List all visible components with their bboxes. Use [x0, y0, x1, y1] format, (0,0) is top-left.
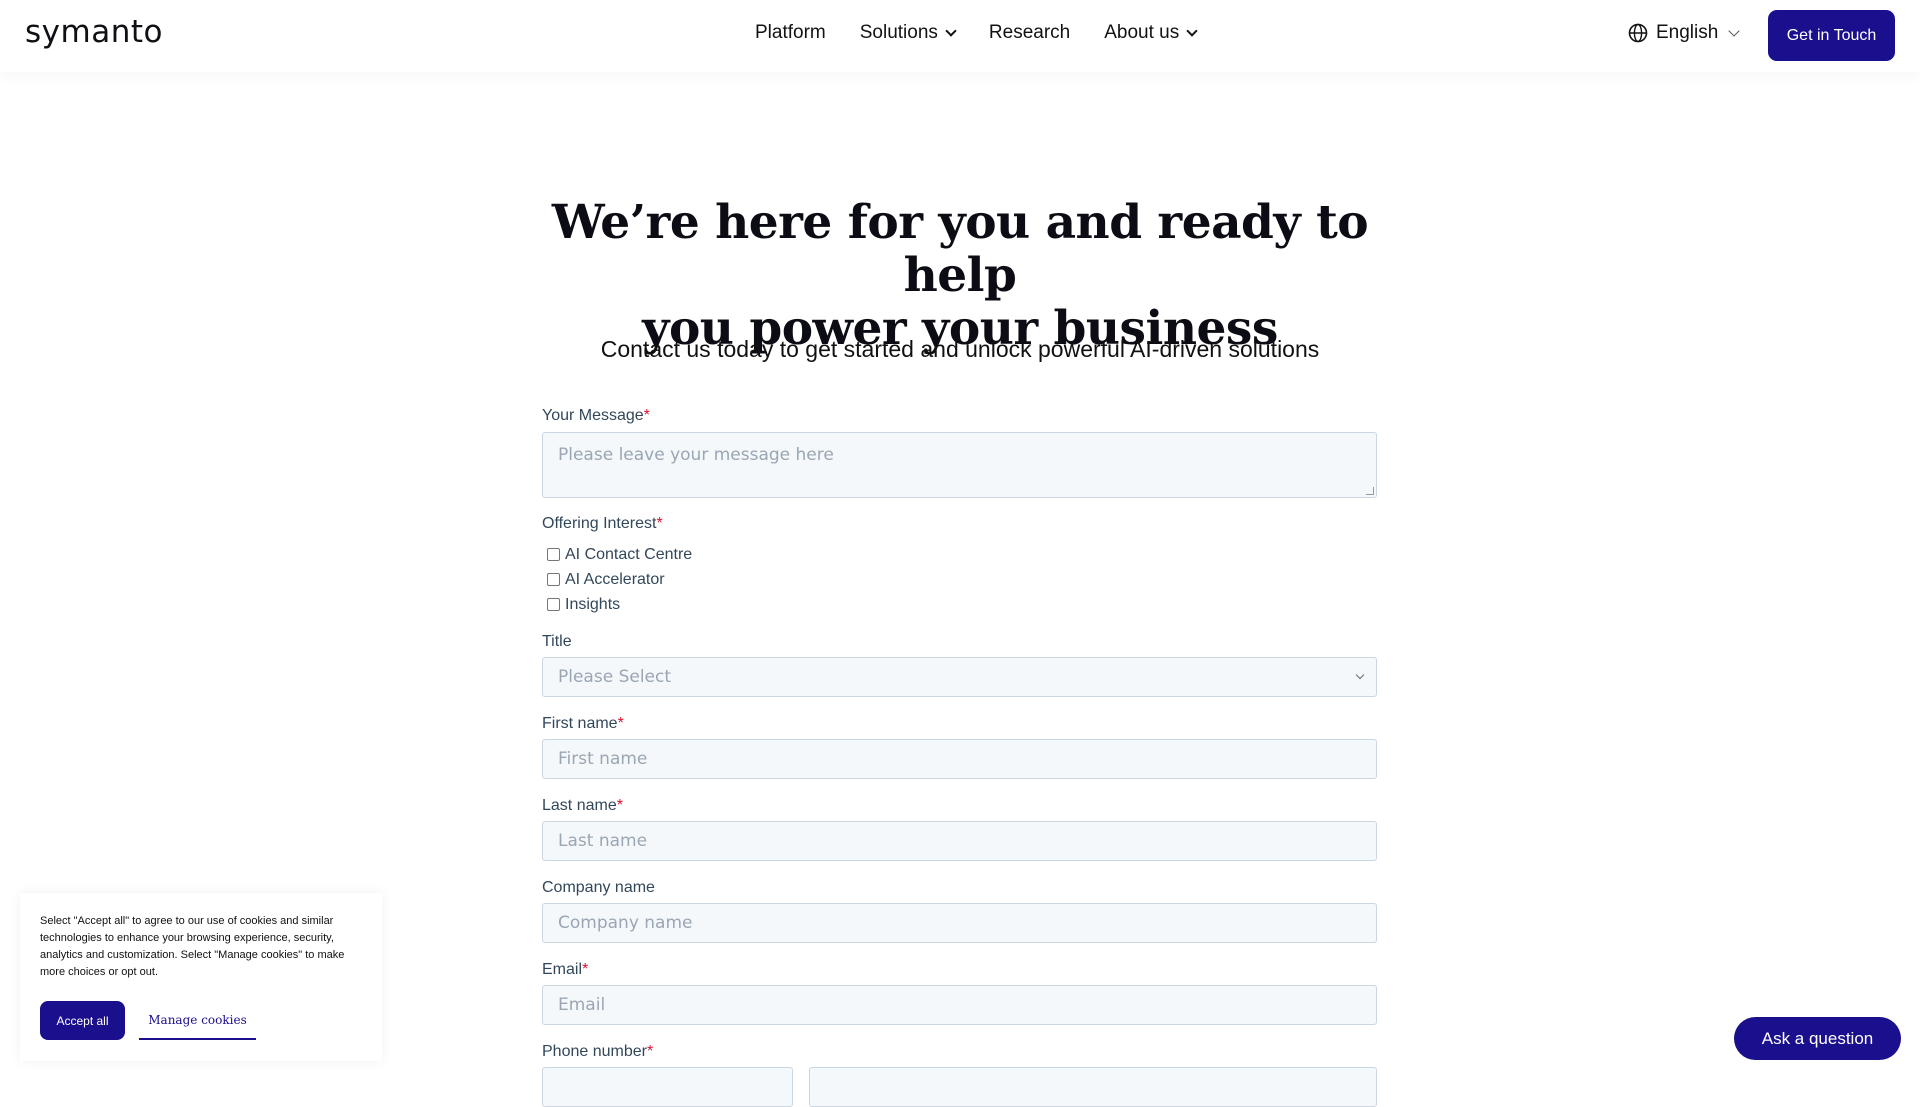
site-header: symanto Platform Solutions Research Abou…: [0, 0, 1920, 72]
manage-cookies-link[interactable]: Manage cookies: [139, 1001, 256, 1040]
phone-country-select[interactable]: [542, 1067, 793, 1107]
checkbox-ai-contact-centre[interactable]: AI Contact Centre: [547, 546, 692, 564]
nav-about-label: About us: [1104, 22, 1180, 43]
email-input[interactable]: Email: [542, 985, 1377, 1025]
page-subtitle: Contact us today to get started and unlo…: [600, 336, 1320, 362]
get-in-touch-button[interactable]: Get in Touch: [1768, 10, 1895, 61]
phone-label-text: Phone number: [542, 1043, 647, 1060]
company-input[interactable]: Company name: [542, 903, 1377, 943]
phone-input[interactable]: [809, 1067, 1377, 1107]
message-label-text: Your Message: [542, 407, 644, 424]
first-name-label-text: First name: [542, 715, 618, 732]
checkbox-insights[interactable]: Insights: [547, 596, 620, 614]
first-name-placeholder: First name: [558, 749, 648, 769]
company-placeholder: Company name: [558, 913, 693, 933]
checkbox[interactable]: [547, 547, 560, 561]
checkbox[interactable]: [547, 597, 560, 611]
ask-question-button[interactable]: Ask a question: [1734, 1017, 1901, 1060]
title-select[interactable]: Please Select: [542, 657, 1377, 697]
checkbox-label: AI Accelerator: [565, 571, 665, 588]
required-mark: *: [617, 715, 624, 732]
required-mark: *: [643, 407, 650, 424]
required-mark: *: [646, 1043, 654, 1060]
checkbox-label: Insights: [565, 596, 621, 613]
last-name-placeholder: Last name: [558, 831, 648, 851]
last-name-label-text: Last name: [542, 797, 617, 814]
nav-research-label: Research: [988, 22, 1071, 43]
cookie-banner: Select "Accept all" to agree to our use …: [20, 893, 382, 1061]
chevron-down-icon: [1186, 24, 1198, 37]
message-label: Your Message*: [542, 407, 650, 425]
logo[interactable]: symanto: [25, 14, 163, 50]
language-label: English: [1656, 22, 1719, 43]
resize-handle[interactable]: [1366, 487, 1374, 495]
last-name-label: Last name*: [542, 797, 623, 815]
cookie-text: Select "Accept all" to agree to our use …: [40, 915, 345, 978]
checkbox-ai-accelerator[interactable]: AI Accelerator: [547, 571, 665, 589]
checkbox[interactable]: [547, 572, 560, 586]
title-label: Title: [542, 633, 572, 650]
offering-label-text: Offering Interest: [542, 515, 657, 532]
chevron-down-icon: [1355, 670, 1365, 680]
first-name-label: First name*: [542, 715, 624, 733]
nav-platform-label: Platform: [755, 22, 826, 43]
nav-solutions[interactable]: Solutions: [859, 22, 957, 44]
checkbox-label: AI Contact Centre: [565, 546, 693, 563]
title-select-value: Please Select: [558, 667, 672, 687]
email-label: Email*: [542, 961, 588, 979]
first-name-input[interactable]: First name: [542, 739, 1377, 779]
email-placeholder: Email: [558, 995, 606, 1015]
chevron-down-icon: [945, 24, 957, 37]
company-label: Company name: [542, 879, 655, 896]
phone-label: Phone number*: [542, 1043, 653, 1061]
chevron-down-icon: [1728, 24, 1740, 37]
required-mark: *: [656, 515, 663, 532]
globe-icon: [1628, 23, 1648, 43]
accept-all-button[interactable]: Accept all: [40, 1001, 125, 1040]
nav-research[interactable]: Research: [989, 22, 1070, 44]
nav-about[interactable]: About us: [1104, 22, 1198, 44]
offering-label: Offering Interest*: [542, 515, 663, 533]
required-mark: *: [616, 797, 623, 814]
page-title: We’re here for you and ready to help you…: [510, 196, 1410, 355]
page-title-line-1: We’re here for you and ready to help: [551, 195, 1369, 303]
main-nav: Platform Solutions Research About us: [755, 22, 1230, 44]
language-selector[interactable]: English: [1628, 22, 1740, 44]
message-textarea[interactable]: Please leave your message here: [542, 432, 1377, 498]
message-placeholder: Please leave your message here: [558, 445, 834, 465]
nav-platform[interactable]: Platform: [755, 22, 826, 44]
nav-solutions-label: Solutions: [859, 22, 938, 43]
email-label-text: Email: [542, 961, 583, 978]
required-mark: *: [582, 961, 589, 978]
last-name-input[interactable]: Last name: [542, 821, 1377, 861]
